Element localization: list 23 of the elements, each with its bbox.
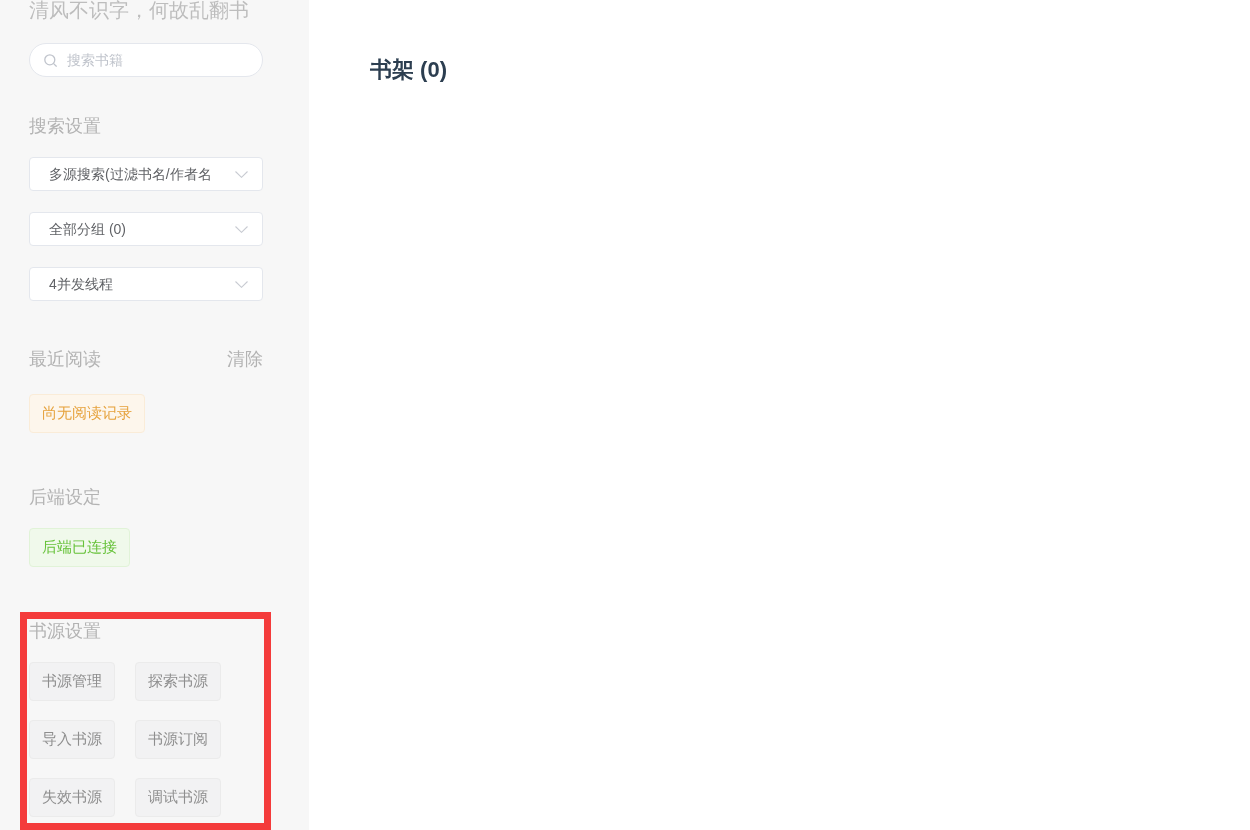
chevron-down-icon (235, 280, 248, 288)
dropdown[interactable]: 4并发线程 (29, 267, 263, 301)
section-title: 搜索设置 (29, 115, 101, 138)
source-action-button[interactable]: 失效书源 (29, 778, 115, 817)
status-tag: 尚无阅读记录 (29, 394, 145, 433)
dropdown[interactable]: 多源搜索(过滤书名/作者名 (29, 157, 263, 191)
section-title: 书源设置 (29, 620, 101, 643)
shelf-title: 书架 (0) (370, 56, 447, 84)
chevron-down-icon (235, 170, 248, 178)
source-action-button[interactable]: 探索书源 (135, 662, 221, 701)
search-field[interactable]: 搜索书籍 (29, 43, 263, 77)
dropdown[interactable]: 全部分组 (0) (29, 212, 263, 246)
section-title: 最近阅读 (29, 348, 101, 371)
source-action-button[interactable]: 调试书源 (135, 778, 221, 817)
motto-text: 清风不识字，何故乱翻书 (29, 0, 249, 20)
clear-link[interactable]: 清除 (227, 347, 263, 371)
source-action-button[interactable]: 导入书源 (29, 720, 115, 759)
source-action-button[interactable]: 书源管理 (29, 662, 115, 701)
source-action-button[interactable]: 书源订阅 (135, 720, 221, 759)
status-tag: 后端已连接 (29, 528, 130, 567)
section-title: 后端设定 (29, 486, 101, 509)
chevron-down-icon (235, 225, 248, 233)
search-icon (44, 54, 57, 67)
